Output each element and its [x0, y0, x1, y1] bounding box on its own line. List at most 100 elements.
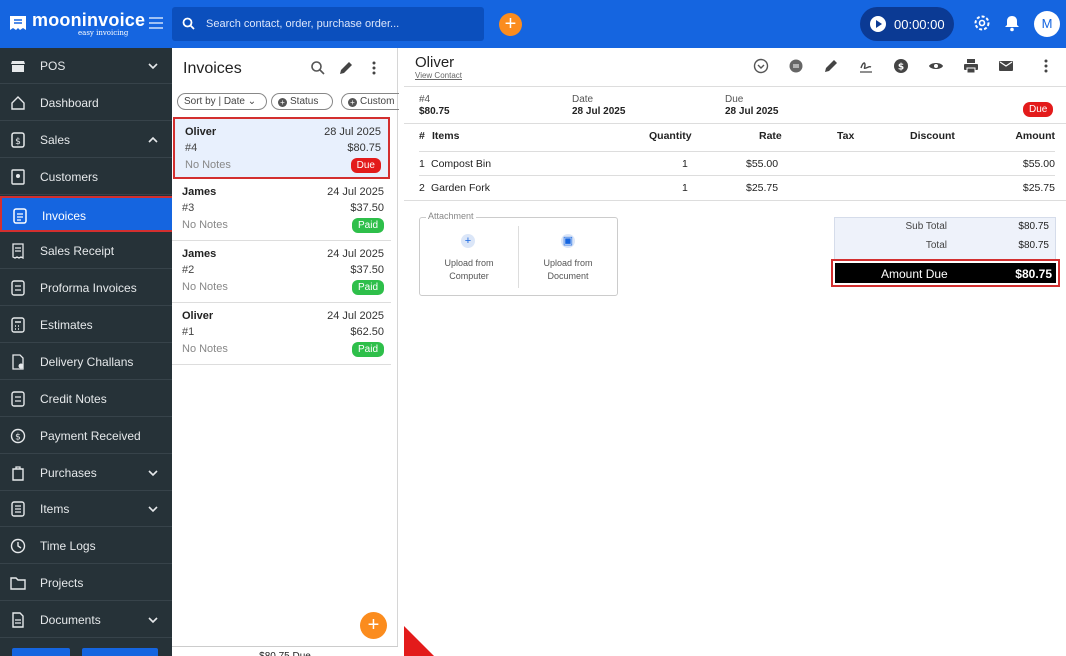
invoice-notes: No Notes — [182, 219, 228, 231]
total-label: Total — [925, 240, 947, 251]
logo[interactable]: mooninvoice easy invoicing — [8, 9, 148, 39]
store-icon — [11, 61, 25, 72]
invoice-notes: No Notes — [182, 281, 228, 293]
top-bar: mooninvoice easy invoicing Search contac… — [0, 0, 1066, 48]
item-rate: $25.75 — [746, 182, 779, 194]
sidebar-item-customers[interactable]: Customers — [0, 159, 172, 195]
upload-plus-icon[interactable]: + — [461, 234, 475, 248]
sidebar-item-pos[interactable]: POS — [0, 48, 172, 84]
date-label: Date — [572, 94, 594, 105]
sidebar-item-label: Customers — [40, 170, 99, 184]
sidebar-item-projects[interactable]: Projects — [0, 565, 172, 601]
invoice-amount: $37.50 — [350, 264, 384, 276]
invoice-number: #1 — [182, 326, 195, 338]
add-invoice-button[interactable]: + — [360, 612, 387, 639]
invoice-number: #3 — [182, 202, 195, 214]
menu-icon[interactable] — [148, 15, 164, 31]
invoice-row[interactable]: James 24 Jul 2025 #3 $37.50 No Notes Pai… — [172, 179, 391, 241]
search-bar[interactable]: Search contact, order, purchase order... — [172, 7, 484, 41]
sidebar-item-label: Documents — [40, 613, 101, 627]
more-vert-icon[interactable] — [1038, 58, 1054, 74]
brand-name: mooninvoice — [32, 10, 146, 30]
column-header-tax: Tax — [837, 130, 855, 142]
add-filter-icon: + — [348, 98, 357, 107]
sidebar-item-label: Invoices — [42, 209, 87, 223]
column-header-discount: Discount — [910, 130, 955, 142]
notification-bell-icon[interactable] — [1004, 14, 1020, 32]
upload-from-computer-button[interactable]: Upload from Computer — [424, 257, 514, 283]
status-badge: Paid — [351, 342, 384, 357]
upload-from-document-button[interactable]: Upload from Document — [523, 257, 613, 283]
customer-filter-chip[interactable]: + Custom — [341, 93, 399, 110]
quick-add-button[interactable]: + — [499, 13, 522, 36]
sidebar-item-label: Projects — [40, 576, 84, 590]
divider — [404, 200, 1066, 201]
user-avatar[interactable]: M — [1034, 11, 1060, 37]
sidebar-item-sales[interactable]: $ Sales — [0, 122, 172, 158]
invoice-notes: No Notes — [182, 343, 228, 355]
invoice-date: 28 Jul 2025 — [324, 126, 381, 138]
items-icon — [11, 501, 25, 517]
divider — [518, 226, 519, 288]
document-icon[interactable]: ▣ — [561, 234, 575, 248]
template-icon[interactable] — [788, 58, 804, 74]
upload-document-line1: Upload from — [543, 258, 593, 268]
sidebar-item-items[interactable]: Items — [0, 491, 172, 527]
print-icon[interactable] — [963, 58, 979, 74]
sidebar-item-label: Payment Received — [40, 429, 141, 443]
column-header-quantity: Quantity — [649, 130, 692, 142]
invoice-row[interactable]: Oliver 24 Jul 2025 #1 $62.50 No Notes Pa… — [172, 303, 391, 365]
sidebar-item-label: Delivery Challans — [40, 355, 134, 369]
sidebar-item-label: Sales Receipt — [40, 244, 115, 258]
preview-eye-icon[interactable] — [928, 58, 944, 74]
status-badge: Paid — [351, 218, 384, 233]
invoice-row[interactable]: Oliver 28 Jul 2025 #4 $80.75 No Notes Du… — [173, 117, 390, 179]
amount-due-label: Amount Due — [881, 267, 948, 281]
divider — [419, 151, 1055, 152]
sidebar-item-time-logs[interactable]: Time Logs — [0, 528, 172, 564]
settings-icon[interactable] — [973, 14, 991, 32]
email-icon[interactable] — [998, 58, 1014, 74]
payment-icon[interactable]: $ — [893, 58, 909, 74]
sidebar-bottom-button-left[interactable] — [12, 648, 70, 656]
credit-note-icon — [11, 391, 25, 407]
sidebar-item-delivery-challans[interactable]: Delivery Challans — [0, 344, 172, 380]
sidebar-item-estimates[interactable]: Estimates — [0, 307, 172, 343]
sidebar-item-sales-receipt[interactable]: Sales Receipt — [0, 233, 172, 269]
sort-filter-chip[interactable]: Sort by | Date ⌄ — [177, 93, 267, 110]
sidebar-bottom-button-right[interactable] — [82, 648, 158, 656]
status-filter-chip[interactable]: + Status — [271, 93, 333, 110]
timer-button[interactable]: 00:00:00 — [860, 7, 954, 41]
search-icon — [182, 17, 195, 30]
status-badge: Paid — [351, 280, 384, 295]
sidebar-item-purchases[interactable]: Purchases — [0, 455, 172, 491]
invoice-amount: $80.75 — [419, 106, 450, 117]
signature-icon[interactable] — [858, 58, 874, 74]
delivery-icon — [12, 354, 24, 370]
sidebar-item-dashboard[interactable]: Dashboard — [0, 85, 172, 121]
dollar-doc-icon: $ — [11, 132, 25, 148]
invoice-customer: James — [182, 186, 217, 198]
play-icon — [870, 16, 886, 32]
sidebar-item-documents[interactable]: Documents — [0, 602, 172, 638]
svg-text:$: $ — [15, 137, 21, 147]
view-contact-link[interactable]: View Contact — [415, 71, 462, 80]
sidebar-item-credit-notes[interactable]: Credit Notes — [0, 381, 172, 417]
sidebar-item-proforma[interactable]: Proforma Invoices — [0, 270, 172, 306]
more-vert-icon[interactable] — [366, 60, 382, 76]
search-icon[interactable] — [310, 60, 326, 76]
sidebar: POS Dashboard $ Sales Customers Invoices… — [0, 48, 172, 656]
sidebar-item-payment-received[interactable]: $ Payment Received — [0, 418, 172, 454]
payment-icon: $ — [10, 428, 26, 444]
sidebar-item-invoices[interactable]: Invoices — [0, 196, 172, 232]
search-input[interactable]: Search contact, order, purchase order... — [206, 18, 399, 30]
edit-icon[interactable] — [338, 60, 354, 76]
edit-icon[interactable] — [823, 58, 839, 74]
attachment-label: Attachment — [426, 211, 476, 221]
item-name: Garden Fork — [431, 182, 490, 194]
invoice-customer: James — [182, 248, 217, 260]
chevron-down-icon — [148, 63, 158, 70]
invoice-row[interactable]: James 24 Jul 2025 #2 $37.50 No Notes Pai… — [172, 241, 391, 303]
status-circle-icon[interactable] — [753, 58, 769, 74]
sort-label: Sort by | Date — [184, 96, 245, 107]
